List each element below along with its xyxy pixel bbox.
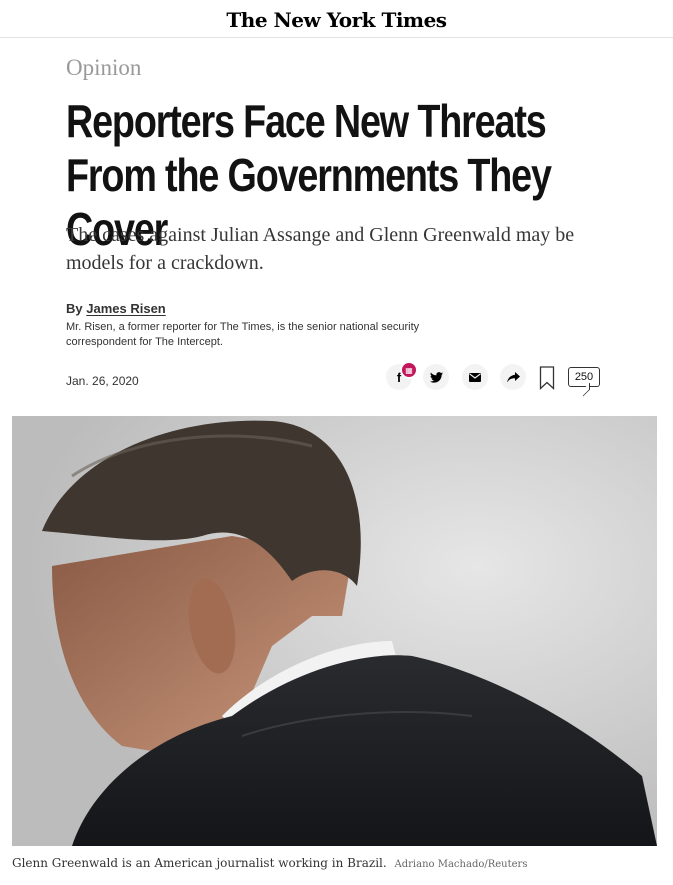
section-label[interactable]: Opinion bbox=[66, 55, 141, 81]
article-summary: The cases against Julian Assange and Gle… bbox=[66, 224, 575, 274]
photo-credit: Adriano Machado/Reuters bbox=[394, 859, 528, 870]
author-bio: Mr. Risen, a former reporter for The Tim… bbox=[66, 321, 420, 348]
email-icon bbox=[469, 372, 481, 382]
masthead: The New York Times bbox=[0, 0, 673, 38]
twitter-icon bbox=[429, 371, 443, 383]
email-share-button[interactable] bbox=[462, 364, 488, 390]
more-share-button[interactable] bbox=[500, 364, 526, 390]
publish-date: Jan. 26, 2020 bbox=[66, 374, 139, 388]
bookmark-icon[interactable] bbox=[539, 366, 555, 390]
photo-caption: Glenn Greenwald is an American journalis… bbox=[12, 856, 527, 870]
lead-photo bbox=[12, 416, 657, 846]
caption-text: Glenn Greenwald is an American journalis… bbox=[12, 856, 387, 870]
gift-icon[interactable]: ▦ bbox=[400, 361, 418, 379]
nyt-logo[interactable]: The New York Times bbox=[226, 8, 447, 32]
byline: By James Risen bbox=[66, 301, 166, 316]
twitter-share-button[interactable] bbox=[423, 364, 449, 390]
lead-photo-illustration bbox=[12, 416, 657, 846]
comments-button[interactable]: 250 bbox=[568, 367, 600, 387]
comment-count: 250 bbox=[574, 371, 594, 383]
author-link[interactable]: James Risen bbox=[86, 301, 166, 316]
byline-prefix: By bbox=[66, 301, 83, 316]
share-icon bbox=[506, 371, 520, 382]
